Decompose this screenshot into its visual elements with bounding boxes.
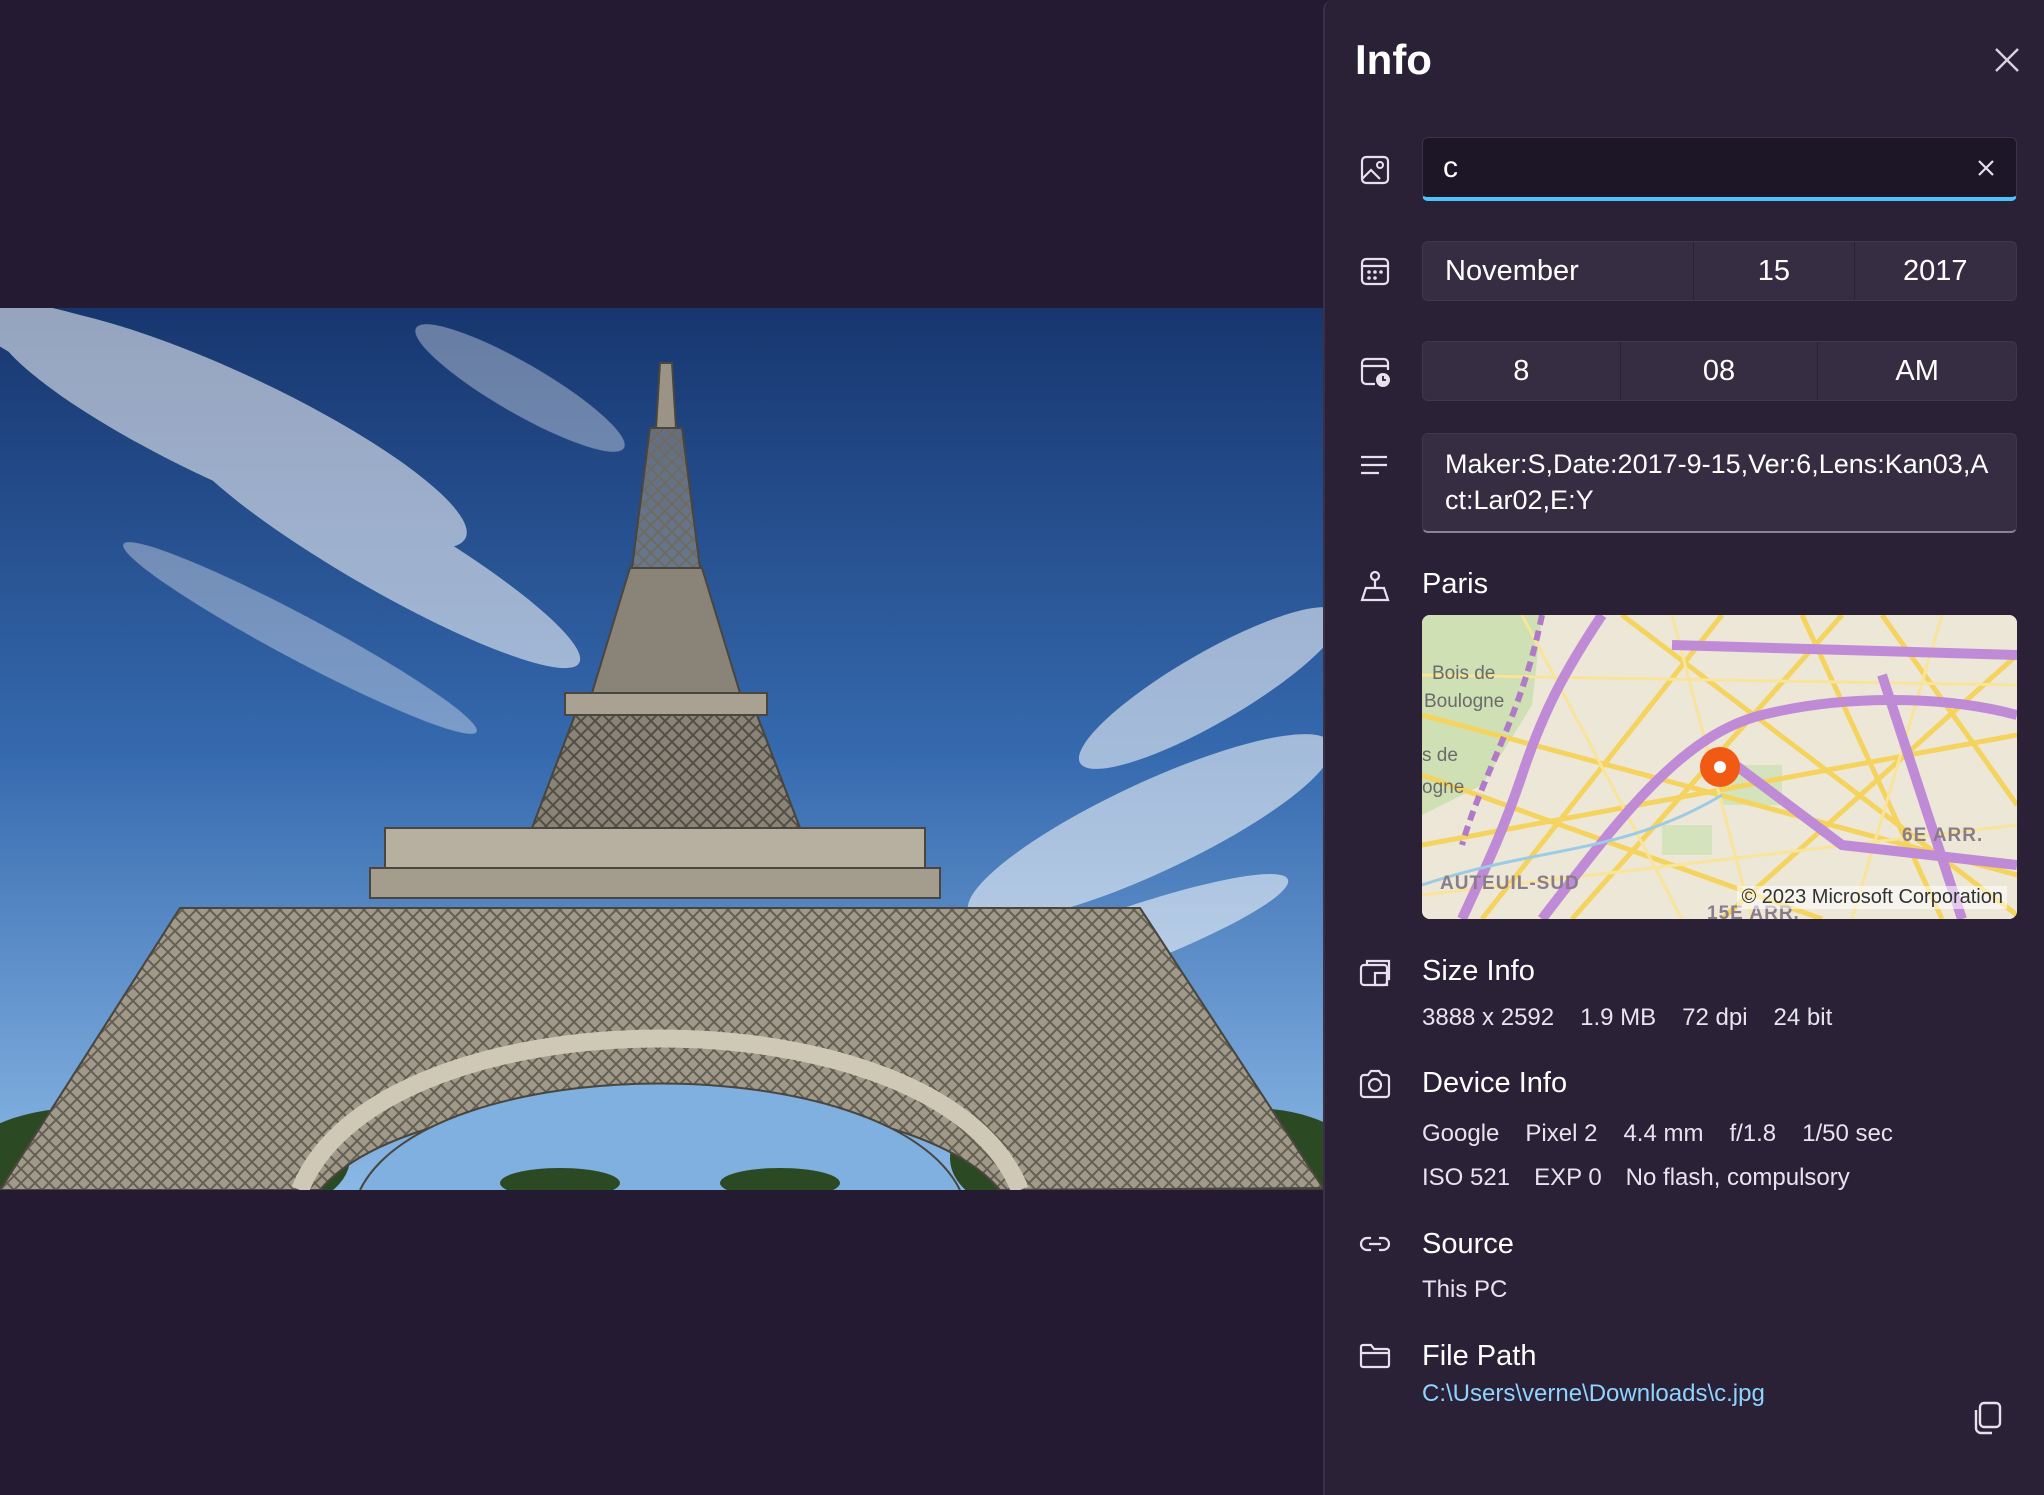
aperture-value: f/1.8 [1729,1120,1777,1147]
link-icon [1357,1226,1393,1262]
location-pin-icon [1357,568,1393,604]
image-size-icon [1357,955,1393,991]
camera-model-value: Pixel 2 [1525,1120,1598,1147]
file-path-link[interactable]: C:\Users\verne\Downloads\c.jpg [1422,1380,1765,1408]
info-panel: Info November 15 2017 8 08 AM Maker:S,Da… [1323,0,2044,1495]
calendar-icon [1357,253,1393,289]
location-map[interactable]: Bois de Boulogne s de ogne 6E ARR. AUTEU… [1422,615,2017,919]
close-icon [1995,48,2019,72]
description-field[interactable]: Maker:S,Date:2017-9-15,Ver:6,Lens:Kan03,… [1422,433,2017,533]
hour-selector[interactable]: 8 [1423,342,1621,400]
close-button[interactable] [1985,38,2029,82]
photo-viewer [0,0,1323,1495]
focal-length-value: 4.4 mm [1623,1120,1704,1147]
camera-maker-value: Google [1422,1120,1500,1147]
clear-icon [1978,159,1994,176]
panel-title: Info [1355,36,1432,83]
map-copyright: © 2023 Microsoft Corporation [1737,886,2007,909]
text-lines-icon [1357,447,1393,483]
map-label: ogne [1422,777,1465,798]
device-info-line2: ISO 521 EXP 0 No flash, compulsory [1422,1164,1874,1192]
iso-value: ISO 521 [1422,1164,1511,1191]
year-selector[interactable]: 2017 [1855,242,2016,300]
source-label: Source [1422,1228,1514,1260]
month-selector[interactable]: November [1423,242,1695,300]
clear-button[interactable] [1956,138,2016,197]
map-label: s de [1422,745,1458,766]
bit-depth-value: 24 bit [1773,1004,1833,1031]
date-picker: November 15 2017 [1422,241,2017,301]
source-text: This PC [1422,1276,1508,1303]
eiffel-tower-image [0,308,1323,1190]
map-label: Bois de [1432,663,1496,684]
clock-icon [1357,353,1393,389]
shutter-speed-value: 1/50 sec [1802,1120,1893,1147]
location-label: Paris [1422,568,1489,600]
size-info-values: 3888 x 2592 1.9 MB 72 dpi 24 bit [1422,1004,1858,1032]
copy-icon [1974,1401,2002,1435]
device-info-line1: Google Pixel 2 4.4 mm f/1.8 1/50 sec [1422,1120,1919,1148]
file-size-value: 1.9 MB [1580,1004,1657,1031]
dimensions-value: 3888 x 2592 [1422,1004,1555,1031]
map-label: Boulogne [1424,691,1505,712]
file-name-input[interactable] [1423,138,1956,197]
minute-selector[interactable]: 08 [1621,342,1819,400]
day-selector[interactable]: 15 [1694,242,1855,300]
device-info-label: Device Info [1422,1067,1568,1099]
size-info-label: Size Info [1422,955,1535,987]
map-label: 6E ARR. [1902,825,1984,846]
dpi-value: 72 dpi [1682,1004,1748,1031]
file-path-label: File Path [1422,1340,1537,1372]
image-icon [1357,152,1393,188]
folder-icon [1357,1338,1393,1374]
map-label: AUTEUIL-SUD [1440,873,1580,894]
period-selector[interactable]: AM [1818,342,2016,400]
source-value: This PC [1422,1276,1533,1304]
time-picker: 8 08 AM [1422,341,2017,401]
copy-path-button[interactable] [1965,1396,2009,1440]
file-name-field[interactable] [1422,137,2017,201]
flash-value: No flash, compulsory [1625,1164,1850,1191]
exposure-value: EXP 0 [1534,1164,1602,1191]
camera-icon [1357,1066,1393,1102]
photo-eiffel-tower[interactable] [0,308,1323,1190]
